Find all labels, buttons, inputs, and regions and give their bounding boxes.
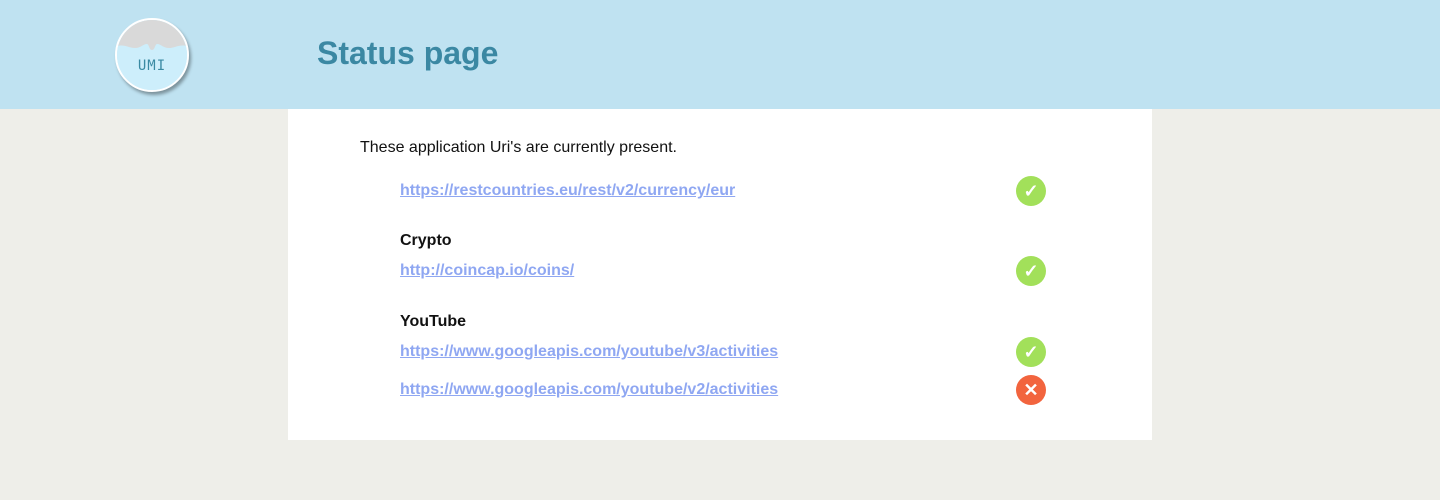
uri-row: https://www.googleapis.com/youtube/v2/ac… [400,375,1046,405]
uri-link[interactable]: https://restcountries.eu/rest/v2/currenc… [400,182,735,200]
page-header: UMI Status page [0,0,1440,109]
uri-row: http://coincap.io/coins/ ✓ [400,256,1046,286]
uri-link[interactable]: http://coincap.io/coins/ [400,262,574,280]
intro-text: These application Uri's are currently pr… [360,139,677,156]
check-icon: ✓ [1016,337,1046,367]
logo-text: UMI [137,58,167,74]
status-panel: These application Uri's are currently pr… [288,109,1152,440]
check-icon: ✓ [1016,256,1046,286]
group-title: YouTube [400,313,467,330]
check-icon: ✓ [1016,176,1046,206]
uri-row: https://restcountries.eu/rest/v2/currenc… [400,176,1046,206]
cross-icon: ✕ [1016,375,1046,405]
uri-link[interactable]: https://www.googleapis.com/youtube/v2/ac… [400,381,778,399]
group-title: Crypto [400,232,452,249]
uri-link[interactable]: https://www.googleapis.com/youtube/v3/ac… [400,343,778,361]
logo-graphic [117,20,187,90]
page-title: Status page [317,35,499,71]
umi-logo[interactable]: UMI [115,18,189,92]
uri-row: https://www.googleapis.com/youtube/v3/ac… [400,337,1046,367]
